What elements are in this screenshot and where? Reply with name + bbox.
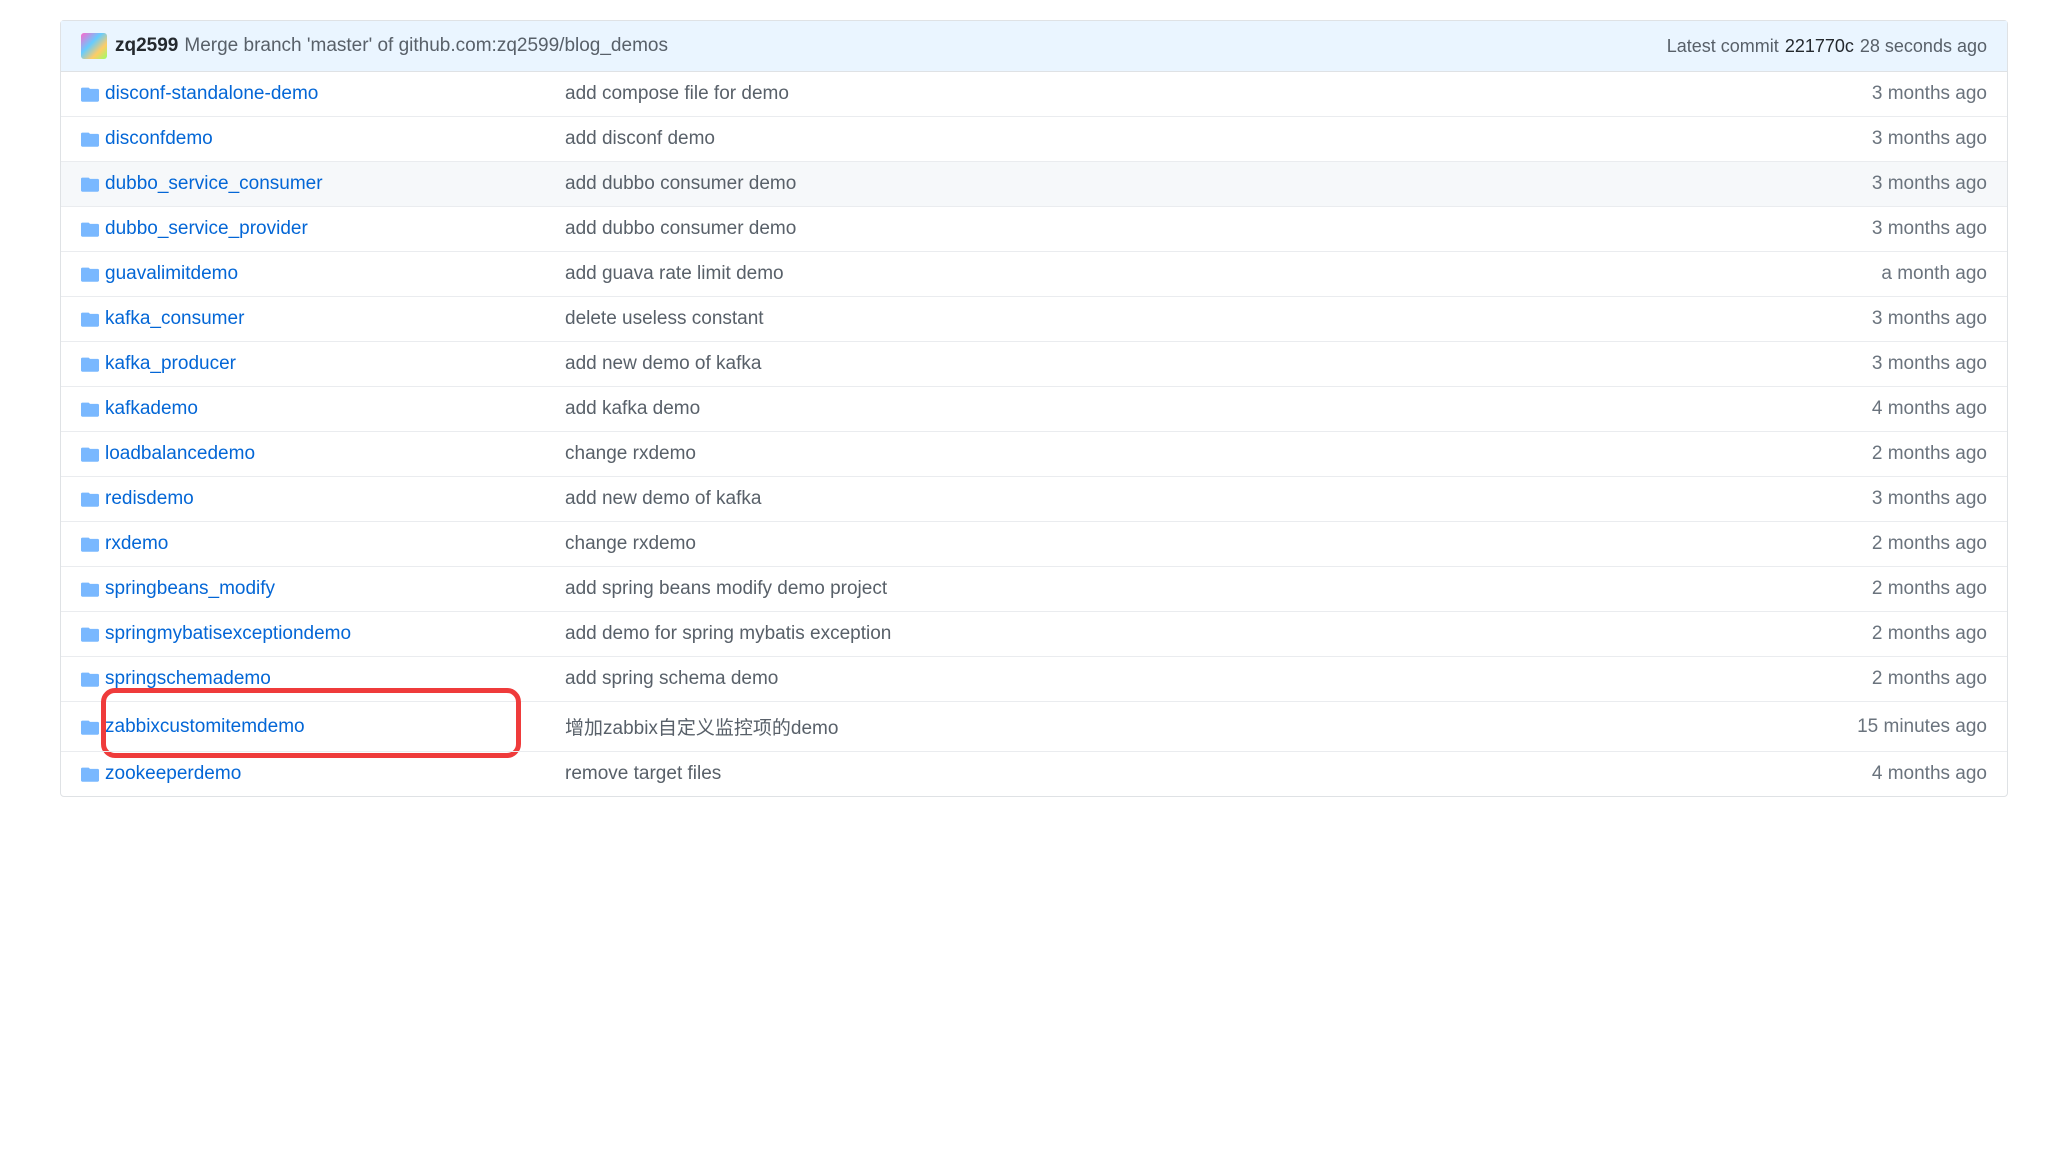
table-row: dubbo_service_consumer add dubbo consumer… bbox=[61, 161, 2007, 206]
file-age: 3 months ago bbox=[1872, 218, 1987, 240]
file-age: 3 months ago bbox=[1872, 353, 1987, 375]
commit-message-link[interactable]: add demo for spring mybatis exception bbox=[565, 623, 1872, 645]
table-row: guavalimitdemo add guava rate limit demoa… bbox=[61, 251, 2007, 296]
latest-commit-label: Latest commit bbox=[1667, 36, 1779, 57]
file-list: zq2599 Merge branch 'master' of github.c… bbox=[60, 20, 2008, 797]
folder-icon bbox=[81, 670, 105, 688]
commit-age: 28 seconds ago bbox=[1860, 36, 1987, 57]
commit-message-link[interactable]: add disconf demo bbox=[565, 128, 1872, 150]
table-row: kafka_consumer delete useless constant3 m… bbox=[61, 296, 2007, 341]
folder-icon bbox=[81, 445, 105, 463]
folder-icon bbox=[81, 310, 105, 328]
commit-message-link[interactable]: remove target files bbox=[565, 763, 1872, 785]
file-age: 3 months ago bbox=[1872, 488, 1987, 510]
commit-sha-link[interactable]: 221770c bbox=[1785, 36, 1854, 57]
folder-link[interactable]: rxdemo bbox=[105, 533, 168, 554]
commit-message-link[interactable]: add new demo of kafka bbox=[565, 488, 1872, 510]
file-age: 2 months ago bbox=[1872, 668, 1987, 690]
commit-meta: Latest commit 221770c 28 seconds ago bbox=[1667, 36, 1987, 57]
commit-message-link[interactable]: add dubbo consumer demo bbox=[565, 173, 1872, 195]
file-age: 4 months ago bbox=[1872, 398, 1987, 420]
folder-link[interactable]: springschemademo bbox=[105, 668, 271, 689]
folder-icon bbox=[81, 85, 105, 103]
folder-icon bbox=[81, 220, 105, 238]
file-age: 15 minutes ago bbox=[1857, 716, 1987, 738]
folder-icon bbox=[81, 765, 105, 783]
table-row: springmybatisexceptiondemo add demo for s… bbox=[61, 611, 2007, 656]
folder-link[interactable]: dubbo_service_provider bbox=[105, 218, 308, 239]
folder-link[interactable]: kafka_consumer bbox=[105, 308, 244, 329]
file-age: 3 months ago bbox=[1872, 128, 1987, 150]
folder-icon bbox=[81, 490, 105, 508]
folder-icon bbox=[81, 535, 105, 553]
file-age: 2 months ago bbox=[1872, 443, 1987, 465]
folder-icon bbox=[81, 400, 105, 418]
file-age: 3 months ago bbox=[1872, 173, 1987, 195]
file-age: 2 months ago bbox=[1872, 533, 1987, 555]
folder-link[interactable]: loadbalancedemo bbox=[105, 443, 255, 464]
folder-link[interactable]: redisdemo bbox=[105, 488, 194, 509]
table-row: zabbixcustomitemdemo 增加zabbix自定义监控项的demo1… bbox=[61, 701, 2007, 751]
folder-link[interactable]: disconfdemo bbox=[105, 128, 213, 149]
commit-message-link[interactable]: change rxdemo bbox=[565, 533, 1872, 555]
table-row: loadbalancedemo change rxdemo2 months ago bbox=[61, 431, 2007, 476]
folder-icon bbox=[81, 580, 105, 598]
commit-message-link[interactable]: add new demo of kafka bbox=[565, 353, 1872, 375]
folder-icon bbox=[81, 625, 105, 643]
folder-link[interactable]: kafka_producer bbox=[105, 353, 236, 374]
table-row: disconfdemo add disconf demo3 months ago bbox=[61, 116, 2007, 161]
table-row: rxdemo change rxdemo2 months ago bbox=[61, 521, 2007, 566]
folder-link[interactable]: zabbixcustomitemdemo bbox=[105, 716, 305, 737]
table-row: springschemademo add spring schema demo2 … bbox=[61, 656, 2007, 701]
folder-link[interactable]: kafkademo bbox=[105, 398, 198, 419]
commit-message-link[interactable]: add spring schema demo bbox=[565, 668, 1872, 690]
file-age: a month ago bbox=[1881, 263, 1987, 285]
folder-link[interactable]: guavalimitdemo bbox=[105, 263, 238, 284]
commit-message-link[interactable]: add spring beans modify demo project bbox=[565, 578, 1872, 600]
file-age: 2 months ago bbox=[1872, 578, 1987, 600]
folder-link[interactable]: disconf-standalone-demo bbox=[105, 83, 318, 104]
file-age: 3 months ago bbox=[1872, 83, 1987, 105]
table-row: kafka_producer add new demo of kafka3 mon… bbox=[61, 341, 2007, 386]
commit-message-link[interactable]: add kafka demo bbox=[565, 398, 1872, 420]
commit-author-link[interactable]: zq2599 bbox=[115, 35, 178, 57]
folder-icon bbox=[81, 130, 105, 148]
commit-message-link[interactable]: delete useless constant bbox=[565, 308, 1872, 330]
folder-link[interactable]: zookeeperdemo bbox=[105, 763, 241, 784]
commit-header: zq2599 Merge branch 'master' of github.c… bbox=[61, 21, 2007, 72]
folder-link[interactable]: dubbo_service_consumer bbox=[105, 173, 323, 194]
table-row: disconf-standalone-demo add compose file … bbox=[61, 72, 2007, 116]
table-row: zookeeperdemo remove target files4 months… bbox=[61, 751, 2007, 796]
file-age: 2 months ago bbox=[1872, 623, 1987, 645]
commit-message-link[interactable]: add guava rate limit demo bbox=[565, 263, 1881, 285]
table-row: kafkademo add kafka demo4 months ago bbox=[61, 386, 2007, 431]
file-age: 3 months ago bbox=[1872, 308, 1987, 330]
commit-message[interactable]: Merge branch 'master' of github.com:zq25… bbox=[184, 35, 668, 57]
table-row: redisdemo add new demo of kafka3 months a… bbox=[61, 476, 2007, 521]
commit-message-link[interactable]: add dubbo consumer demo bbox=[565, 218, 1872, 240]
commit-message-link[interactable]: change rxdemo bbox=[565, 443, 1872, 465]
folder-icon bbox=[81, 355, 105, 373]
folder-link[interactable]: springbeans_modify bbox=[105, 578, 275, 599]
folder-link[interactable]: springmybatisexceptiondemo bbox=[105, 623, 351, 644]
commit-message-link[interactable]: add compose file for demo bbox=[565, 83, 1872, 105]
avatar[interactable] bbox=[81, 33, 107, 59]
folder-icon bbox=[81, 718, 105, 736]
table-row: springbeans_modify add spring beans modif… bbox=[61, 566, 2007, 611]
table-row: dubbo_service_provider add dubbo consumer… bbox=[61, 206, 2007, 251]
file-age: 4 months ago bbox=[1872, 763, 1987, 785]
commit-message-link[interactable]: 增加zabbix自定义监控项的demo bbox=[565, 713, 1857, 740]
folder-icon bbox=[81, 175, 105, 193]
folder-icon bbox=[81, 265, 105, 283]
